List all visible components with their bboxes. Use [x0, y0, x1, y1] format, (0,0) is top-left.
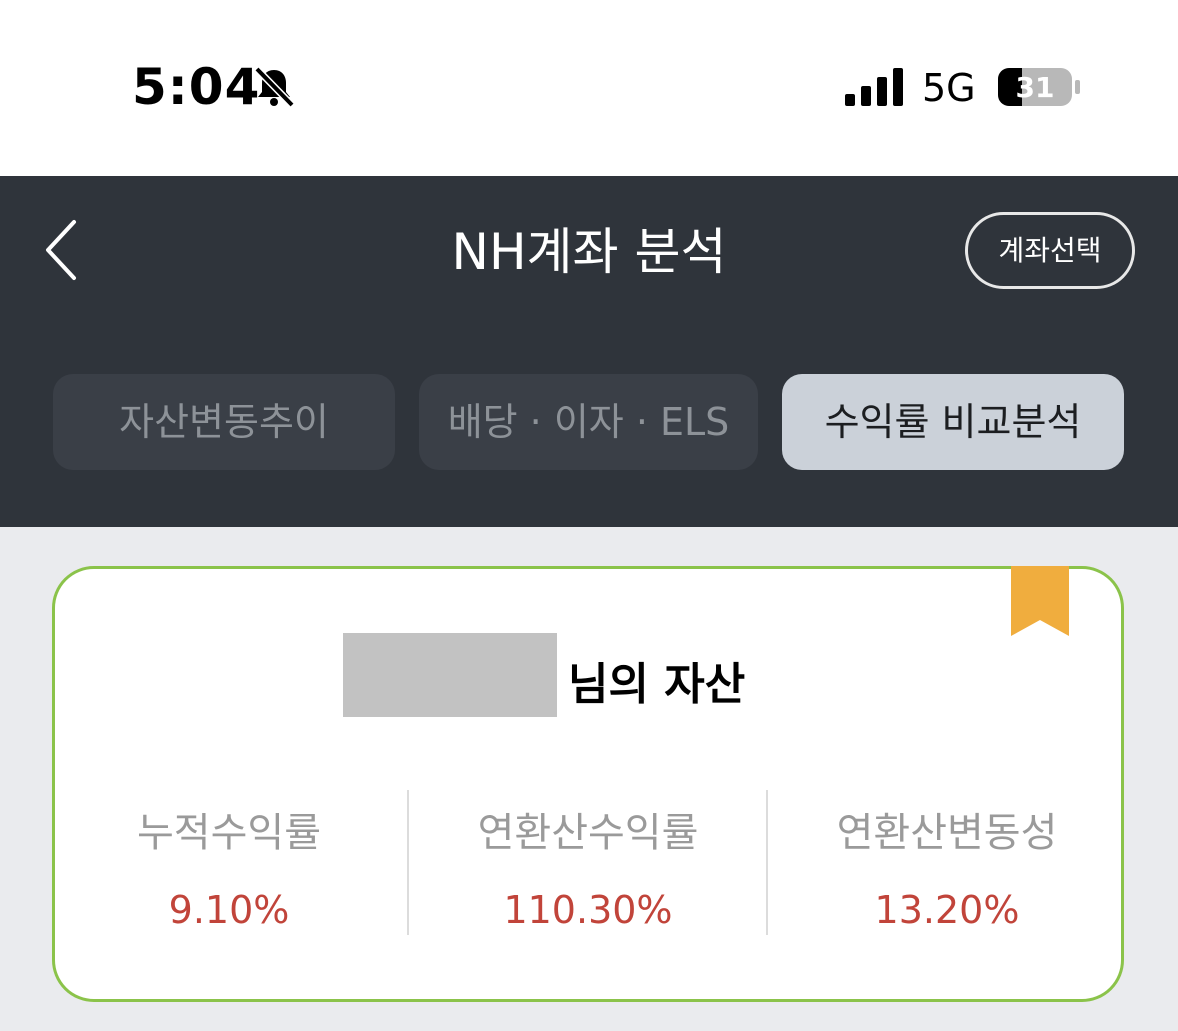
account-select-button[interactable]: 계좌선택 — [965, 212, 1135, 289]
battery-icon: 31 — [998, 68, 1080, 106]
metric-value-cumulative-return: 9.10% — [168, 888, 290, 932]
signal-icon — [845, 68, 903, 106]
metric-label-cumulative-return: 누적수익률 — [137, 810, 321, 856]
network-type: 5G — [922, 66, 976, 110]
metric-label-annualized-return: 연환산수익률 — [477, 810, 699, 856]
battery-level: 31 — [1016, 71, 1055, 104]
bookmark-icon[interactable] — [1008, 566, 1072, 638]
tab-asset-trend[interactable]: 자산변동추이 — [53, 374, 395, 470]
status-bar: 5:04 5G 31 — [0, 0, 1178, 176]
bell-slash-icon — [254, 66, 295, 108]
metric-value-annualized-return: 110.30% — [503, 888, 673, 932]
metric-label-annualized-volatility: 연환산변동성 — [836, 810, 1058, 856]
tab-return-comparison[interactable]: 수익률 비교분석 — [782, 374, 1124, 470]
tab-dividend-interest-els[interactable]: 배당 · 이자 · ELS — [419, 374, 758, 470]
status-time: 5:04 — [132, 58, 261, 116]
asset-summary-card — [52, 566, 1124, 1002]
metric-value-annualized-volatility: 13.20% — [874, 888, 1020, 932]
owner-name-redacted — [343, 633, 557, 717]
owner-asset-label: 님의 자산 — [568, 659, 746, 710]
